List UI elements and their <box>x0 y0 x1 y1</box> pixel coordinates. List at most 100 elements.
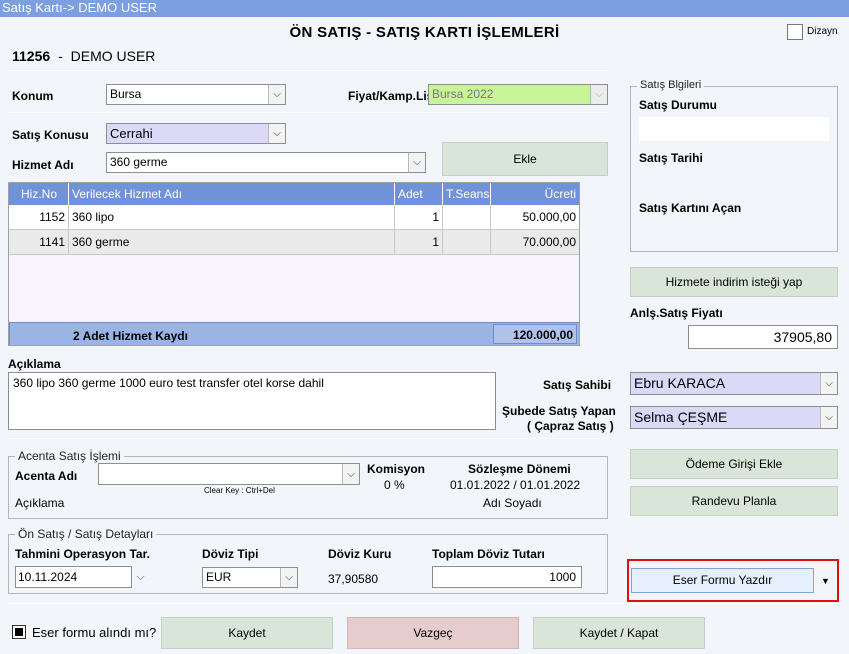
header-ucret[interactable]: Ücreti <box>491 183 579 205</box>
operasyon-tarih-input[interactable]: 10.11.2024 <box>15 566 132 588</box>
satis-sahibi-value: Ebru KARACA <box>634 375 726 391</box>
hizmet-label: Hizmet Adı <box>12 158 74 172</box>
fiyat-label: Fiyat/Kamp.Lis <box>348 89 434 103</box>
eser-alindi-label: Eser formu alındı mı? <box>32 625 157 640</box>
chevron-down-icon[interactable]: ⌵ <box>342 464 359 484</box>
sozlesme-label: Sözleşme Dönemi <box>468 462 571 476</box>
konum-label: Konum <box>12 89 54 103</box>
satis-durumu-value <box>639 117 829 141</box>
sube-select[interactable]: Selma ÇEŞME ⌵ <box>630 406 838 429</box>
kaydet-kapat-button[interactable]: Kaydet / Kapat <box>533 617 705 649</box>
dizayn-label: Dizayn <box>807 26 838 37</box>
ekle-button[interactable]: Ekle <box>442 142 608 176</box>
chevron-down-icon[interactable]: ⌵ <box>268 124 285 143</box>
form-divider <box>8 112 608 113</box>
hizmet-value: 360 germe <box>110 155 168 169</box>
satis-sahibi-label: Satış Sahibi <box>543 378 612 392</box>
cell-ucret: 50.000,00 <box>491 205 579 230</box>
cell-ucret: 70.000,00 <box>491 230 579 255</box>
chevron-down-icon[interactable]: ⌵ <box>268 85 285 104</box>
acenta-title: Acenta Satış İşlemi <box>15 449 124 463</box>
user-id: 11256 <box>12 48 51 64</box>
cell-adet: 1 <box>395 230 443 255</box>
toplam-doviz-input[interactable]: 1000 <box>432 566 582 588</box>
cell-seans <box>443 230 491 255</box>
doviz-tipi-select[interactable]: EUR ⌵ <box>202 567 298 588</box>
randevu-planla-button[interactable]: Randevu Planla <box>630 486 838 516</box>
konum-select[interactable]: Bursa ⌵ <box>106 84 286 105</box>
header-hizmet-adi[interactable]: Verilecek Hizmet Adı <box>69 183 395 205</box>
caret-down-icon[interactable]: ▼ <box>816 568 835 593</box>
satis-bilgileri-title: Satış Blgileri <box>637 79 705 91</box>
satis-sahibi-select[interactable]: Ebru KARACA ⌵ <box>630 372 838 395</box>
cell-hiz-no: 1152 <box>9 205 69 230</box>
header-seans[interactable]: T.Seans <box>443 183 491 205</box>
cell-hiz-no: 1141 <box>9 230 69 255</box>
sube-sublabel: ( Çapraz Satış ) <box>527 419 614 433</box>
dizayn-checkbox[interactable] <box>787 24 803 40</box>
acenta-aciklama-label: Açıklama <box>15 496 65 510</box>
sozlesme-value: 01.01.2022 / 01.01.2022 <box>450 478 581 492</box>
vazgec-button[interactable]: Vazgeç <box>347 617 519 649</box>
acenta-divider <box>8 438 608 439</box>
komisyon-label: Komisyon <box>367 462 426 476</box>
cell-hizmet-adi: 360 lipo <box>69 205 395 230</box>
detay-title: Ön Satış / Satış Detayları <box>15 527 157 541</box>
chevron-down-icon[interactable]: ⌵ <box>820 373 837 394</box>
indirim-button[interactable]: Hizmete indirim isteği yap <box>630 267 838 297</box>
header-adet[interactable]: Adet <box>395 183 443 205</box>
footer-total: 120.000,00 <box>493 324 577 344</box>
konum-value: Bursa <box>110 87 142 101</box>
satis-durumu-label: Satış Durumu <box>639 98 718 112</box>
cell-adet: 1 <box>395 205 443 230</box>
acenta-adi-label: Acenta Adı <box>15 469 78 483</box>
table-row[interactable]: 1141 360 germe 1 70.000,00 <box>9 230 579 255</box>
aciklama-label: Açıklama <box>8 357 61 371</box>
cell-seans <box>443 205 491 230</box>
adi-soyadi-label: Adı Soyadı <box>483 496 542 510</box>
anlasilan-fiyat-label: Anlş.Satış Fiyatı <box>630 306 723 320</box>
kaydet-button[interactable]: Kaydet <box>161 617 333 649</box>
komisyon-value: 0 % <box>384 478 405 492</box>
sube-label: Şubede Satış Yapan <box>502 404 616 418</box>
calendar-dropdown-icon[interactable]: ⌵ <box>133 566 148 588</box>
chevron-down-icon[interactable]: ⌵ <box>820 407 837 428</box>
doviz-kuru-value: 37,90580 <box>328 572 379 586</box>
header-divider <box>8 70 608 71</box>
page-title: ÖN SATIŞ - SATIŞ KARTI İŞLEMLERİ <box>289 24 560 41</box>
chevron-down-icon[interactable]: ⌵ <box>408 153 425 172</box>
satis-acan-label: Satış Kartını Açan <box>639 201 742 215</box>
window-title: Satış Kartı-> DEMO USER <box>0 0 849 17</box>
services-table: Hiz.No Verilecek Hizmet Adı Adet T.Seans… <box>8 182 580 346</box>
hizmet-select[interactable]: 360 germe ⌵ <box>106 152 426 173</box>
toplam-doviz-label: Toplam Döviz Tutarı <box>432 547 545 561</box>
odeme-girisi-button[interactable]: Ödeme Girişi Ekle <box>630 449 838 479</box>
doviz-tipi-value: EUR <box>206 570 232 584</box>
header-hiz-no[interactable]: Hiz.No <box>9 183 69 205</box>
footer-divider <box>8 603 840 604</box>
doviz-kuru-label: Döviz Kuru <box>328 547 392 561</box>
satis-konusu-select[interactable]: Cerrahi ⌵ <box>106 123 286 144</box>
aciklama-textarea[interactable]: 360 lipo 360 germe 1000 euro test transf… <box>8 372 496 430</box>
satis-tarihi-label: Satış Tarihi <box>639 151 703 165</box>
fiyat-value: Bursa 2022 <box>432 87 494 101</box>
footer-count: 2 Adet Hizmet Kaydı <box>73 329 188 343</box>
doviz-tipi-label: Döviz Tipi <box>202 547 259 561</box>
satis-konusu-label: Satış Konusu <box>12 128 89 142</box>
user-header: 11256 - DEMO USER <box>12 48 155 64</box>
table-row[interactable]: 1152 360 lipo 1 50.000,00 <box>9 205 579 230</box>
anlasilan-fiyat-input[interactable]: 37905,80 <box>688 325 838 349</box>
eser-alindi-checkbox[interactable] <box>12 625 26 639</box>
sube-value: Selma ÇEŞME <box>634 409 728 425</box>
checkbox-mark-icon <box>15 628 23 636</box>
satis-konusu-value: Cerrahi <box>110 126 153 141</box>
clear-key-hint: Clear Key : Ctrl+Del <box>204 486 275 495</box>
cell-hizmet-adi: 360 germe <box>69 230 395 255</box>
chevron-down-icon[interactable]: ⌵ <box>280 568 297 587</box>
fiyat-select[interactable]: Bursa 2022 ⌵ <box>428 84 608 105</box>
acenta-adi-select[interactable]: ⌵ <box>98 463 360 485</box>
eser-formu-yazdir-button[interactable]: Eser Formu Yazdır <box>631 568 814 593</box>
operasyon-tarih-label: Tahmini Operasyon Tar. <box>15 547 150 561</box>
chevron-down-icon[interactable]: ⌵ <box>590 85 607 104</box>
user-separator: - <box>58 48 63 64</box>
